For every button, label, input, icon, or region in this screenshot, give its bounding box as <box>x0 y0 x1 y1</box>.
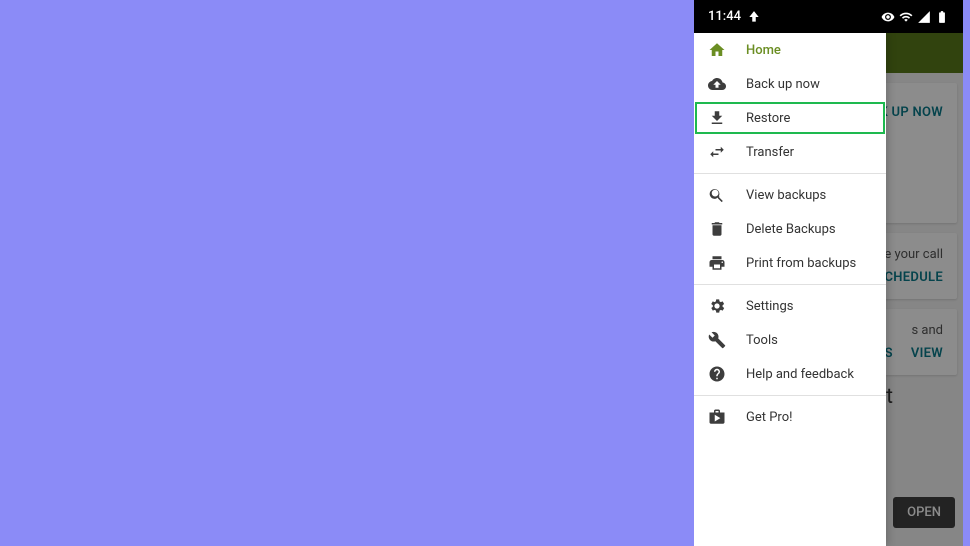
status-right <box>881 10 949 24</box>
navigation-drawer: Home Back up now Restore Transfer View <box>694 33 886 546</box>
status-left: 11:44 <box>708 9 761 24</box>
drawer-item-print[interactable]: Print from backups <box>694 246 886 280</box>
drawer-label: Delete Backups <box>746 222 836 237</box>
drawer-label: Transfer <box>746 145 794 160</box>
wrench-icon <box>708 331 726 349</box>
drawer-item-view-backups[interactable]: View backups <box>694 178 886 212</box>
drawer-label: Get Pro! <box>746 410 792 425</box>
help-icon <box>708 365 726 383</box>
shop-icon <box>708 408 726 426</box>
delete-icon <box>708 220 726 238</box>
signal-icon <box>917 10 931 24</box>
drawer-label: Back up now <box>746 77 820 92</box>
transfer-icon <box>708 143 726 161</box>
drawer-label: Print from backups <box>746 256 856 271</box>
drawer-item-tools[interactable]: Tools <box>694 323 886 357</box>
wifi-icon <box>899 10 913 24</box>
battery-icon <box>935 10 949 24</box>
drawer-label: Help and feedback <box>746 367 854 382</box>
download-icon <box>708 109 726 127</box>
home-icon <box>708 41 726 59</box>
gear-icon <box>708 297 726 315</box>
drawer-item-restore[interactable]: Restore <box>694 101 886 135</box>
drawer-item-home[interactable]: Home <box>694 33 886 67</box>
status-time: 11:44 <box>708 9 741 24</box>
divider <box>694 284 886 285</box>
drawer-label: View backups <box>746 188 826 203</box>
drawer-item-settings[interactable]: Settings <box>694 289 886 323</box>
drawer-item-getpro[interactable]: Get Pro! <box>694 400 886 434</box>
cloud-upload-icon <box>708 75 726 93</box>
drawer-label: Settings <box>746 299 793 314</box>
phone-screen: 11:44 CK UP NOW <box>694 0 963 546</box>
drawer-label: Restore <box>746 111 790 126</box>
drawer-label: Tools <box>746 333 778 348</box>
drawer-item-help[interactable]: Help and feedback <box>694 357 886 391</box>
drawer-label: Home <box>746 43 781 58</box>
print-icon <box>708 254 726 272</box>
status-bar: 11:44 <box>694 0 963 33</box>
eye-icon <box>881 10 895 24</box>
search-icon <box>708 186 726 204</box>
notification-icon <box>747 10 761 24</box>
drawer-item-delete-backups[interactable]: Delete Backups <box>694 212 886 246</box>
drawer-item-transfer[interactable]: Transfer <box>694 135 886 169</box>
drawer-item-backup[interactable]: Back up now <box>694 67 886 101</box>
divider <box>694 173 886 174</box>
divider <box>694 395 886 396</box>
